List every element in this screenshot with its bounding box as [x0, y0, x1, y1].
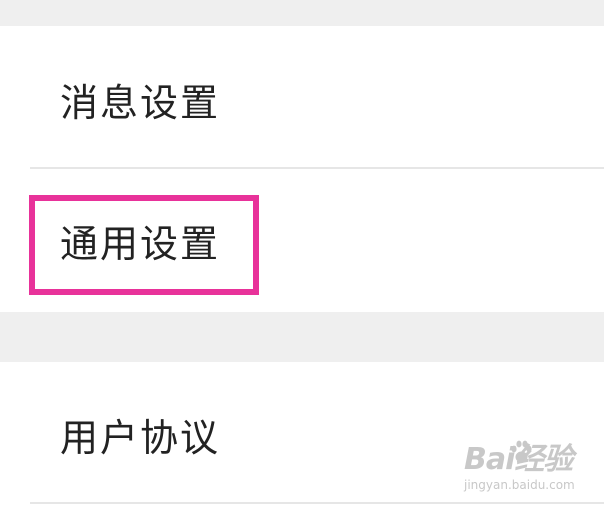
settings-item-user-agreement-label: 用户协议	[60, 416, 221, 460]
settings-item-message-label: 消息设置	[60, 81, 221, 125]
settings-item-general[interactable]: 通用设置	[0, 169, 604, 312]
section-gap-top	[0, 0, 604, 26]
settings-item-general-label: 通用设置	[60, 222, 221, 266]
row-divider	[30, 502, 604, 504]
settings-item-user-agreement[interactable]: 用户协议	[0, 362, 604, 508]
settings-item-message[interactable]: 消息设置	[0, 26, 604, 169]
section-gap-middle	[0, 312, 604, 362]
settings-screen: 消息设置 通用设置 用户协议 Bai经验 jingyan.baidu.com	[0, 0, 604, 508]
